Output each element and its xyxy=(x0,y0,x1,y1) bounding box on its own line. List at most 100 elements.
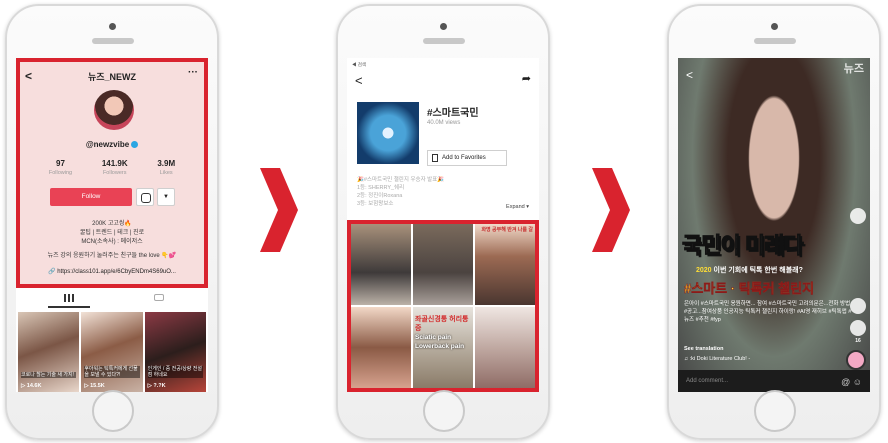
hashtag-title: #스마트국민 xyxy=(427,108,479,119)
watermark-logo: 뉴즈 xyxy=(843,63,864,75)
phone-frame-video: < 뉴즈 16 국민이 미래다 2020 이번 기회에 틱톡 한번 해볼래? #… xyxy=(667,4,881,440)
back-arrow-icon[interactable]: < xyxy=(686,68,693,82)
bio-line: MCN(소속사) : 메이저스 xyxy=(81,239,143,245)
hashtag-thumbnail xyxy=(357,102,419,164)
home-button xyxy=(92,390,134,432)
subtitle-text: 이번 기회에 틱톡 한번 해볼래? xyxy=(711,267,803,274)
stat-value: 97 xyxy=(56,159,65,168)
comment-actions: @ ☺ xyxy=(841,377,862,387)
front-camera xyxy=(771,23,778,30)
phone-frame-hashtag: ◀ 검색 < ➦ #스마트국민 40.0M views Add to Favor… xyxy=(336,4,550,440)
profile-link[interactable]: 🔗 https://class101.app/e/6CbyENDm4S69uO.… xyxy=(20,268,204,275)
play-count-value: ?.?K xyxy=(153,383,166,389)
bio-line: 꿀팁 | 트렌드 | 테크 | 진로 xyxy=(79,230,145,236)
instagram-icon[interactable] xyxy=(136,188,154,206)
chevron-right-icon xyxy=(260,168,298,252)
play-count: ▷ ?.?K xyxy=(147,383,166,389)
link-text: https://class101.app/e/6CbyENDm4S69uO... xyxy=(57,269,176,275)
phone-speaker xyxy=(423,38,465,44)
liked-tab-icon[interactable] xyxy=(154,294,164,301)
stat-label: Likes xyxy=(159,170,173,176)
back-arrow-icon[interactable]: < xyxy=(355,73,363,88)
front-camera xyxy=(440,23,447,30)
video-thumbnail[interactable]: 코로나 찮는 기술 새 가지! ▷ 14.6K xyxy=(18,312,80,392)
profile-screen: < 뉴즈_NEWZ ··· @newzvibe 97 Following 141… xyxy=(16,58,208,392)
profile-handle: @newzvibe xyxy=(20,140,204,149)
add-to-favorites-button[interactable]: Add to Favorites xyxy=(427,150,507,166)
profile-stats: 97 Following 141.9K Followers 3.9M Likes xyxy=(20,159,204,176)
video-player[interactable] xyxy=(678,58,870,392)
link-icon: 🔗 xyxy=(48,269,58,275)
follow-button[interactable]: Follow xyxy=(50,188,132,206)
thumbnail-text: 좌골신경통 허리통증 Sciatic pain Lowerback pain xyxy=(415,315,473,351)
video-subtitle: 2020 이번 기회에 틱톡 한번 해볼래? xyxy=(696,265,803,275)
status-bar-back[interactable]: ◀ 검색 xyxy=(352,62,366,68)
video-grid: 코로나 찮는 기술 새 가지! ▷ 14.6K 후아워는 틱톡커에게 선물을 보… xyxy=(18,312,206,392)
music-disc-icon[interactable] xyxy=(846,350,866,370)
play-count: ▷ 15.5K xyxy=(84,383,105,389)
video-thumbnail[interactable] xyxy=(351,224,411,305)
video-thumbnail[interactable] xyxy=(475,307,535,388)
stat-value: 3.9M xyxy=(157,159,176,168)
creator-avatar[interactable] xyxy=(850,208,866,224)
home-button xyxy=(423,390,465,432)
subtitle-year: 2020 xyxy=(696,267,712,274)
play-count-value: 14.6K xyxy=(26,383,42,389)
thumbnail-text: 화명 공부해 반겨 나를 갈 xyxy=(481,227,533,233)
hashtag-video-grid: 화명 공부해 반겨 나를 갈 좌골신경통 허리통증 Sciatic pain L… xyxy=(347,220,539,392)
stat-label: Following xyxy=(48,170,73,176)
handle-text: @newzvibe xyxy=(85,140,130,149)
share-icon[interactable] xyxy=(850,320,866,336)
front-camera xyxy=(109,23,116,30)
stat-value: 141.9K xyxy=(101,159,128,168)
video-thumbnail[interactable] xyxy=(351,307,411,388)
stat-followers[interactable]: 141.9K Followers xyxy=(102,159,128,176)
challenge-title: #스마트 · 틱톡커 챌린지 xyxy=(684,281,815,297)
video-thumbnail[interactable]: 좌골신경통 허리통증 Sciatic pain Lowerback pain xyxy=(413,307,473,388)
dropdown-button[interactable]: ▼ xyxy=(157,188,175,206)
hashtag-views: 40.0M views xyxy=(427,120,461,126)
mention-icon[interactable]: @ xyxy=(841,377,850,387)
comment-icon[interactable] xyxy=(850,298,866,314)
avatar[interactable] xyxy=(94,90,134,130)
stat-following[interactable]: 97 Following xyxy=(49,159,72,176)
thumbnail-text-en: Sciatic pain Lowerback pain xyxy=(415,334,465,350)
emoji-icon[interactable]: ☺ xyxy=(853,377,862,387)
profile-header-highlight: < 뉴즈_NEWZ ··· @newzvibe 97 Following 141… xyxy=(16,58,208,288)
expand-button[interactable]: Expand ▾ xyxy=(506,204,529,210)
active-tab-indicator xyxy=(48,306,90,308)
play-count: ▷ 14.6K xyxy=(21,383,42,389)
profile-nav: < 뉴즈_NEWZ ··· xyxy=(20,67,204,83)
description-line: 🎉#스마트국민 챌린지 우승자 발표🎉 xyxy=(357,177,445,183)
music-ticker[interactable]: ♫ :ki Doki Literature Club! - xyxy=(684,356,750,362)
video-thumbnail[interactable]: 화명 공부해 반겨 나를 갈 xyxy=(475,224,535,305)
description-line: 1등: SHERRY_쉐리 xyxy=(357,185,405,191)
description-line: 2등: 정진이Roxana xyxy=(357,193,403,199)
video-headline: 국민이 미래다 xyxy=(682,233,805,259)
bio-line: 뉴즈 강의 응원하기 눌러주는 친구들 the love 👇💕 xyxy=(47,253,177,259)
video-caption: 후아워는 틱톡커에게 선물을 보낼 수 있다?! xyxy=(84,366,140,378)
thumbnail-text-ko: 좌골신경통 허리통증 xyxy=(415,316,469,332)
bookmark-icon xyxy=(432,154,438,162)
video-thumbnail[interactable]: 인게인 / 중 전공/상량 전설점 하네요 ▷ ?.?K xyxy=(144,312,206,392)
phone-speaker xyxy=(92,38,134,44)
bio-line: 200K 고고씽🔥 xyxy=(92,221,132,227)
video-description: 은아이 #스마트국민 응원하면... 참여 #스마트국민 고려의문은...전화 … xyxy=(684,301,852,323)
play-count-value: 15.5K xyxy=(90,383,105,389)
stat-label: Followers xyxy=(102,170,127,176)
chevron-right-icon xyxy=(592,168,630,252)
more-dots-icon[interactable]: ··· xyxy=(188,67,198,78)
profile-bio: 200K 고고씽🔥 꿀팁 | 트렌드 | 테크 | 진로 MCN(소속사) : … xyxy=(20,220,204,261)
video-caption: 인게인 / 중 전공/상량 전설점 하네요 xyxy=(147,366,203,378)
description-line: 3등: 보험왕보소 xyxy=(357,201,394,207)
hashtag-screen: ◀ 검색 < ➦ #스마트국민 40.0M views Add to Favor… xyxy=(347,58,539,392)
phone-speaker xyxy=(754,38,796,44)
video-thumbnail[interactable]: 후아워는 틱톡커에게 선물을 보낼 수 있다?! ▷ 15.5K xyxy=(81,312,143,392)
verified-badge-icon xyxy=(131,141,139,149)
video-thumbnail[interactable] xyxy=(413,224,473,305)
profile-title: 뉴즈_NEWZ xyxy=(87,72,137,82)
share-icon[interactable]: ➦ xyxy=(522,72,531,85)
grid-tab-icon[interactable] xyxy=(64,294,74,302)
see-translation-link[interactable]: See translation xyxy=(684,346,723,352)
phone-frame-profile: < 뉴즈_NEWZ ··· @newzvibe 97 Following 141… xyxy=(5,4,219,440)
